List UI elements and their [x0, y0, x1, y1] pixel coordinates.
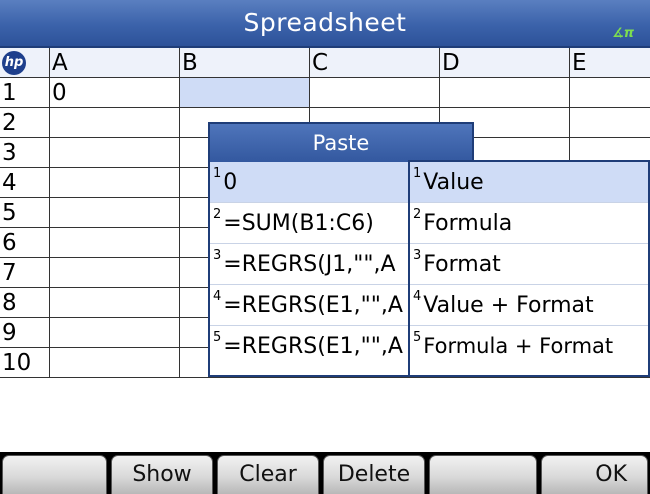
paste-option-number: 2	[413, 207, 422, 222]
paste-option-number: 4	[413, 289, 422, 304]
paste-item-number: 2	[213, 207, 222, 222]
column-header-c[interactable]: C	[310, 48, 440, 78]
paste-item-label: 0	[223, 170, 238, 195]
row-header[interactable]: 2	[0, 108, 50, 138]
cell-a9[interactable]	[50, 318, 180, 348]
cell-e1[interactable]	[570, 78, 650, 108]
softkey-1[interactable]	[2, 455, 107, 494]
paste-option-4[interactable]: 4Value + Format	[410, 285, 648, 326]
paste-item-number: 3	[213, 248, 222, 263]
paste-item-number: 5	[213, 330, 222, 345]
paste-item-number: 1	[213, 166, 222, 181]
paste-item-label: =REGRS(E1,"",A	[223, 293, 403, 318]
paste-option-2[interactable]: 2Formula	[410, 203, 648, 244]
column-header-e[interactable]: E	[570, 48, 650, 78]
cell-a6[interactable]	[50, 228, 180, 258]
cell-a4[interactable]	[50, 168, 180, 198]
hp-logo-icon: hp	[2, 51, 26, 75]
clear-button[interactable]: Clear	[217, 455, 319, 494]
paste-option-number: 3	[413, 248, 422, 263]
row-header[interactable]: 3	[0, 138, 50, 168]
column-header-b[interactable]: B	[180, 48, 310, 78]
cell-a10[interactable]	[50, 348, 180, 378]
paste-option-label: Formula	[423, 211, 513, 236]
cell-b1[interactable]	[180, 78, 310, 108]
paste-menu-title: Paste	[210, 124, 472, 162]
row-header[interactable]: 8	[0, 288, 50, 318]
paste-option-number: 5	[413, 330, 422, 345]
row-header[interactable]: 9	[0, 318, 50, 348]
angle-mode-indicator: ∡π	[612, 26, 634, 41]
app-title: Spreadsheet	[243, 8, 407, 37]
delete-button[interactable]: Delete	[323, 455, 425, 494]
spreadsheet-row: 10	[0, 78, 650, 108]
cell-a2[interactable]	[50, 108, 180, 138]
column-header-row: hp A B C D E	[0, 48, 650, 78]
softkey-5[interactable]	[429, 455, 537, 494]
cell-a7[interactable]	[50, 258, 180, 288]
row-header[interactable]: 4	[0, 168, 50, 198]
paste-option-label: Value + Format	[423, 293, 594, 318]
cell-d1[interactable]	[440, 78, 570, 108]
paste-item-label: =REGRS(J1,"",A	[223, 252, 396, 277]
cell-a3[interactable]	[50, 138, 180, 168]
paste-options-menu: 1Value 2Formula 3Format 4Value + Format …	[408, 160, 650, 377]
corner-cell[interactable]: hp	[0, 48, 50, 78]
show-button[interactable]: Show	[111, 455, 213, 494]
row-header[interactable]: 6	[0, 228, 50, 258]
paste-option-number: 1	[413, 166, 422, 181]
row-header[interactable]: 1	[0, 78, 50, 108]
paste-item-label: =SUM(B1:C6)	[223, 211, 374, 236]
row-header[interactable]: 10	[0, 348, 50, 378]
ok-button[interactable]: OK	[541, 455, 648, 494]
paste-item-label: =REGRS(E1,"",A	[223, 334, 403, 359]
paste-option-label: Value	[423, 170, 484, 195]
paste-option-label: Formula + Format	[423, 334, 614, 358]
row-header[interactable]: 7	[0, 258, 50, 288]
cell-a1[interactable]: 0	[50, 78, 180, 108]
paste-option-3[interactable]: 3Format	[410, 244, 648, 285]
cell-a5[interactable]	[50, 198, 180, 228]
row-header[interactable]: 5	[0, 198, 50, 228]
paste-option-label: Format	[423, 252, 501, 277]
paste-option-1[interactable]: 1Value	[410, 162, 648, 203]
column-header-a[interactable]: A	[50, 48, 180, 78]
cell-a8[interactable]	[50, 288, 180, 318]
column-header-d[interactable]: D	[440, 48, 570, 78]
title-bar: Spreadsheet ∡π	[0, 0, 650, 48]
paste-item-number: 4	[213, 289, 222, 304]
paste-option-5[interactable]: 5Formula + Format	[410, 326, 648, 367]
softkey-bar: Show Clear Delete OK	[0, 452, 650, 494]
cell-e2[interactable]	[570, 108, 650, 138]
cell-c1[interactable]	[310, 78, 440, 108]
